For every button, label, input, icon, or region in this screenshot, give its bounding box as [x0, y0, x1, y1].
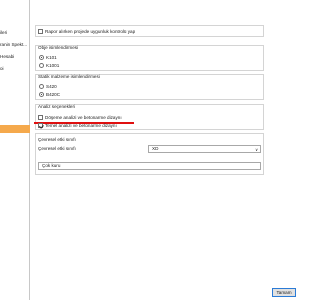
ok-button[interactable]: Tamam: [272, 288, 296, 297]
foundation-analysis-label: Temel analizi ve betonarme dizaynı: [45, 122, 117, 128]
static-radio-s420[interactable]: [39, 84, 44, 89]
static-label-b420c: B420C: [46, 91, 61, 97]
object-label-k101: K101: [46, 54, 57, 60]
project-check-label: Rapor alırken projede uygunluk kontrolü …: [45, 28, 136, 34]
sidebar-item-3[interactable]: Hesabi: [0, 53, 30, 61]
object-naming-group: Obje isimlendirmesi K101 K1001: [35, 45, 264, 71]
slab-analysis-checkbox[interactable]: [38, 115, 43, 120]
environment-class-title: Çevresel etki sınıfı: [38, 137, 76, 142]
options-panel: Rapor alırken projede uygunluk kontrolü …: [34, 0, 300, 300]
project-check-group: Rapor alırken projede uygunluk kontrolü …: [35, 25, 264, 37]
static-naming-group: Statik malzeme isimlendirmesi S420 B420C: [35, 74, 264, 100]
sidebar-item-1[interactable]: ileri: [0, 29, 30, 37]
slab-analysis-label: Döşeme analizi ve betonarme dizaynı: [45, 114, 122, 120]
analysis-options-group: Analiz seçenekleri Döşeme analizi ve bet…: [34, 104, 264, 130]
analysis-options-title: Analiz seçenekleri: [38, 104, 76, 109]
project-check-checkbox[interactable]: [38, 29, 43, 34]
static-label-s420: S420: [46, 83, 57, 89]
environment-class-value: XD: [152, 146, 159, 151]
environment-class-select[interactable]: XD ∨: [148, 145, 261, 153]
sidebar-item-selected[interactable]: [0, 125, 30, 133]
object-naming-title: Obje isimlendirmesi: [38, 45, 79, 50]
environment-description-field[interactable]: Çok kuru: [38, 162, 261, 170]
sidebar: ileri ranin Spekt... Hesabi oi: [0, 0, 30, 300]
chevron-down-icon: ∨: [255, 147, 258, 152]
object-radio-k1001[interactable]: [39, 63, 44, 68]
sidebar-item-4[interactable]: oi: [0, 65, 30, 73]
foundation-analysis-checkbox[interactable]: [38, 123, 43, 128]
static-radio-b420c[interactable]: [39, 92, 44, 97]
object-label-k1001: K1001: [46, 62, 60, 68]
environment-field-label: Çevresel etki sınıfı: [38, 146, 76, 151]
object-radio-k101[interactable]: [39, 55, 44, 60]
static-naming-title: Statik malzeme isimlendirmesi: [38, 74, 100, 79]
sidebar-item-2[interactable]: ranin Spekt...: [0, 41, 30, 49]
environment-class-group: Çevresel etki sınıfı Çevresel etki sınıf…: [35, 133, 264, 175]
